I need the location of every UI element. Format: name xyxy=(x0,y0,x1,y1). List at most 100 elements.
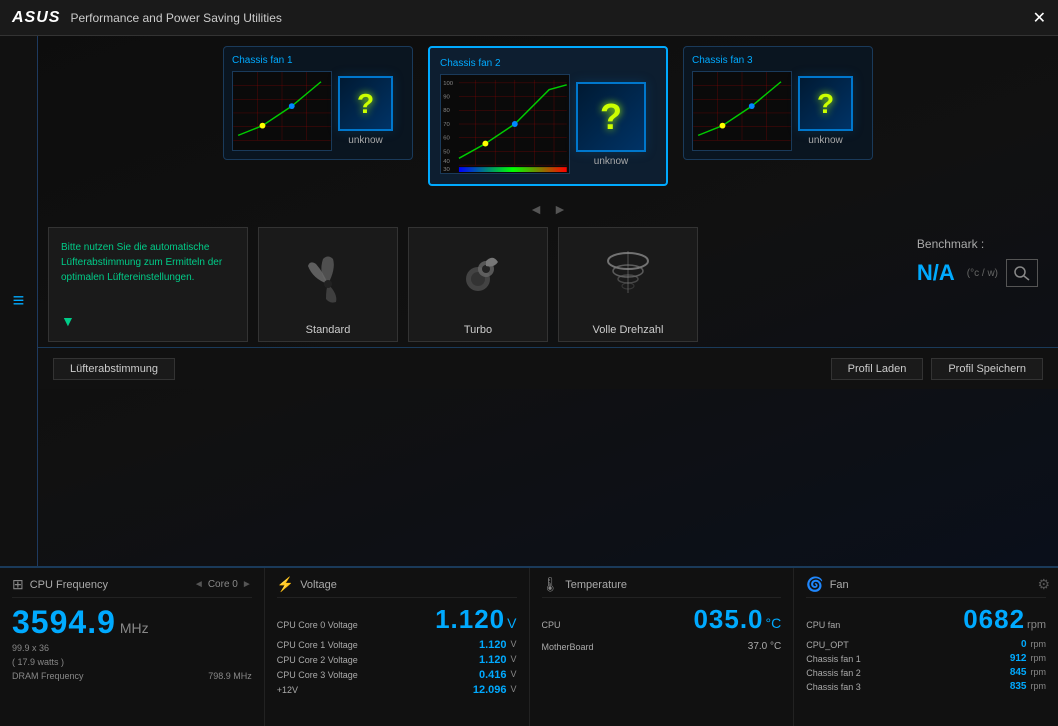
voltage-panel-header: ⚡ Voltage xyxy=(277,576,517,598)
voltage-panel-icon: ⚡ xyxy=(277,576,294,593)
temp-panel-header: 🌡 Temperature xyxy=(542,576,782,598)
fan1-inner: ? unknow xyxy=(232,71,404,151)
fan-panel-title: Fan xyxy=(830,579,849,591)
benchmark-search-button[interactable] xyxy=(1006,259,1038,287)
asus-logo: ASUS xyxy=(12,9,60,27)
auto-tune-text: Bitte nutzen Sie die automatische Lüfter… xyxy=(61,240,235,285)
fan2-cube-icon: ? xyxy=(576,82,646,152)
fan3-cube-icon: ? xyxy=(798,76,853,131)
nav-prev-arrow[interactable]: ◄ xyxy=(529,201,543,217)
fan1-chart xyxy=(232,71,332,151)
benchmark-label: Benchmark : xyxy=(917,237,1038,251)
fan-panel: ⚙ 🌀 Fan CPU fan 0682 rpm CPU_OPT 0 rpm xyxy=(794,568,1058,726)
menu-icon[interactable]: ≡ xyxy=(13,290,25,313)
mode-standard[interactable]: Standard xyxy=(258,227,398,342)
fan2-chart: 100 90 80 70 60 50 40 30 xyxy=(440,74,570,174)
cpu-temp-unit: °C xyxy=(766,615,782,631)
cpu-core0-value: 1.120 xyxy=(435,604,505,635)
mode-volle[interactable]: Volle Drehzahl xyxy=(558,227,698,342)
fan-card-2[interactable]: Chassis fan 2 100 90 80 70 60 50 xyxy=(428,46,668,186)
fan2-title: Chassis fan 2 xyxy=(440,58,656,69)
cpu-temp-label: CPU xyxy=(542,620,561,630)
cpu-sub1: 99.9 x 36 xyxy=(12,643,252,653)
voltage-panel: ⚡ Voltage CPU Core 0 Voltage 1.120 V CPU… xyxy=(265,568,530,726)
temp-panel-icon: 🌡 xyxy=(542,576,560,593)
svg-text:90: 90 xyxy=(443,95,450,101)
cpu-nav-prev[interactable]: ◄ xyxy=(194,579,204,590)
cpu-sub2: ( 17.9 watts ) xyxy=(12,657,64,667)
fan-card-1[interactable]: Chassis fan 1 xyxy=(223,46,413,160)
cpu-panel-title: CPU Frequency xyxy=(30,579,108,591)
temp-panel-title: Temperature xyxy=(565,579,627,591)
temp-mb-row: MotherBoard 37.0 °C xyxy=(542,641,782,652)
action-btns-right: Profil Laden Profil Speichern xyxy=(831,358,1043,380)
voltage-row-2: CPU Core 2 Voltage 1.120 V xyxy=(277,654,517,666)
dram-value: 798.9 MHz xyxy=(208,671,252,681)
fan-panel-header: 🌀 Fan xyxy=(806,576,1046,598)
benchmark-unit: (°c / w) xyxy=(967,268,998,279)
cpu-nav-next[interactable]: ► xyxy=(242,579,252,590)
fan-gear-icon[interactable]: ⚙ xyxy=(1037,576,1050,593)
volle-icon-area xyxy=(596,228,661,319)
cpu-fan-value: 0682 xyxy=(963,604,1025,635)
cpu-freq-value: 3594.9 xyxy=(12,604,116,641)
standard-mode-icon xyxy=(298,244,358,304)
close-button[interactable]: ✕ xyxy=(1033,8,1046,28)
cpu-freq-unit: MHz xyxy=(120,620,149,636)
fan3-chart xyxy=(692,71,792,151)
mode-turbo[interactable]: Turbo xyxy=(408,227,548,342)
volle-mode-icon xyxy=(596,241,661,306)
fan-nav-arrows: ◄ ► xyxy=(38,201,1058,217)
svg-text:70: 70 xyxy=(443,122,450,128)
main-content: ≡ Chassis fan 1 xyxy=(0,36,1058,566)
sidebar: ≡ xyxy=(0,36,38,566)
search-icon xyxy=(1013,265,1031,281)
benchmark-panel: Benchmark : N/A (°c / w) xyxy=(917,227,1048,287)
titlebar-title: Performance and Power Saving Utilities xyxy=(70,11,281,25)
svg-text:50: 50 xyxy=(443,149,450,155)
fan2-status: unknow xyxy=(594,156,628,167)
cpu-nav-label: Core 0 xyxy=(208,579,238,590)
fan1-cube-icon: ? xyxy=(338,76,393,131)
bottom-bar: ⊞ CPU Frequency ◄ Core 0 ► 3594.9 MHz 99… xyxy=(0,566,1058,726)
svg-text:60: 60 xyxy=(443,136,450,142)
action-bar: Lüfterabstimmung Profil Laden Profil Spe… xyxy=(38,347,1058,389)
cpu-frequency-panel: ⊞ CPU Frequency ◄ Core 0 ► 3594.9 MHz 99… xyxy=(0,568,265,726)
temperature-panel: 🌡 Temperature CPU 035.0 °C MotherBoard 3… xyxy=(530,568,795,726)
cpu-panel-icon: ⊞ xyxy=(12,576,24,593)
lufferabstimmung-button[interactable]: Lüfterabstimmung xyxy=(53,358,175,380)
svg-text:80: 80 xyxy=(443,108,450,114)
cpu-panel-header: ⊞ CPU Frequency ◄ Core 0 ► xyxy=(12,576,252,598)
dram-label: DRAM Frequency xyxy=(12,671,84,681)
cpu-core0-label: CPU Core 0 Voltage xyxy=(277,620,358,630)
cpu-temp-value: 035.0 xyxy=(693,604,763,635)
turbo-icon-area xyxy=(448,228,508,319)
fan-card-3[interactable]: Chassis fan 3 xyxy=(683,46,873,160)
fan3-cube: ? unknow xyxy=(798,76,853,146)
svg-text:100: 100 xyxy=(443,81,454,87)
svg-text:30: 30 xyxy=(443,167,450,173)
fan1-title: Chassis fan 1 xyxy=(232,55,404,66)
fan3-inner: ? unknow xyxy=(692,71,864,151)
temp-mb-value: 37.0 °C xyxy=(748,641,781,652)
fan-row-0: CPU_OPT 0 rpm xyxy=(806,639,1046,650)
standard-icon-area xyxy=(298,228,358,319)
profil-speichern-button[interactable]: Profil Speichern xyxy=(931,358,1043,380)
standard-label: Standard xyxy=(306,319,351,341)
profil-laden-button[interactable]: Profil Laden xyxy=(831,358,924,380)
fan3-title: Chassis fan 3 xyxy=(692,55,864,66)
titlebar-left: ASUS Performance and Power Saving Utilit… xyxy=(12,9,282,27)
fan-row-2: Chassis fan 2 845 rpm xyxy=(806,667,1046,678)
fan3-status: unknow xyxy=(808,135,842,146)
cpu-fan-unit: rpm xyxy=(1027,619,1046,631)
fan2-cube: ? unknow xyxy=(576,82,646,167)
cpu-fan-label: CPU fan xyxy=(806,620,840,630)
fan-row-3: Chassis fan 3 835 rpm xyxy=(806,681,1046,692)
fan-cards-row: Chassis fan 1 xyxy=(38,36,1058,196)
volle-label: Volle Drehzahl xyxy=(593,319,664,341)
fan1-cube: ? unknow xyxy=(338,76,393,146)
voltage-row-1: CPU Core 1 Voltage 1.120 V xyxy=(277,639,517,651)
nav-next-arrow[interactable]: ► xyxy=(553,201,567,217)
fan2-inner: 100 90 80 70 60 50 40 30 xyxy=(440,74,656,174)
fan1-status: unknow xyxy=(348,135,382,146)
